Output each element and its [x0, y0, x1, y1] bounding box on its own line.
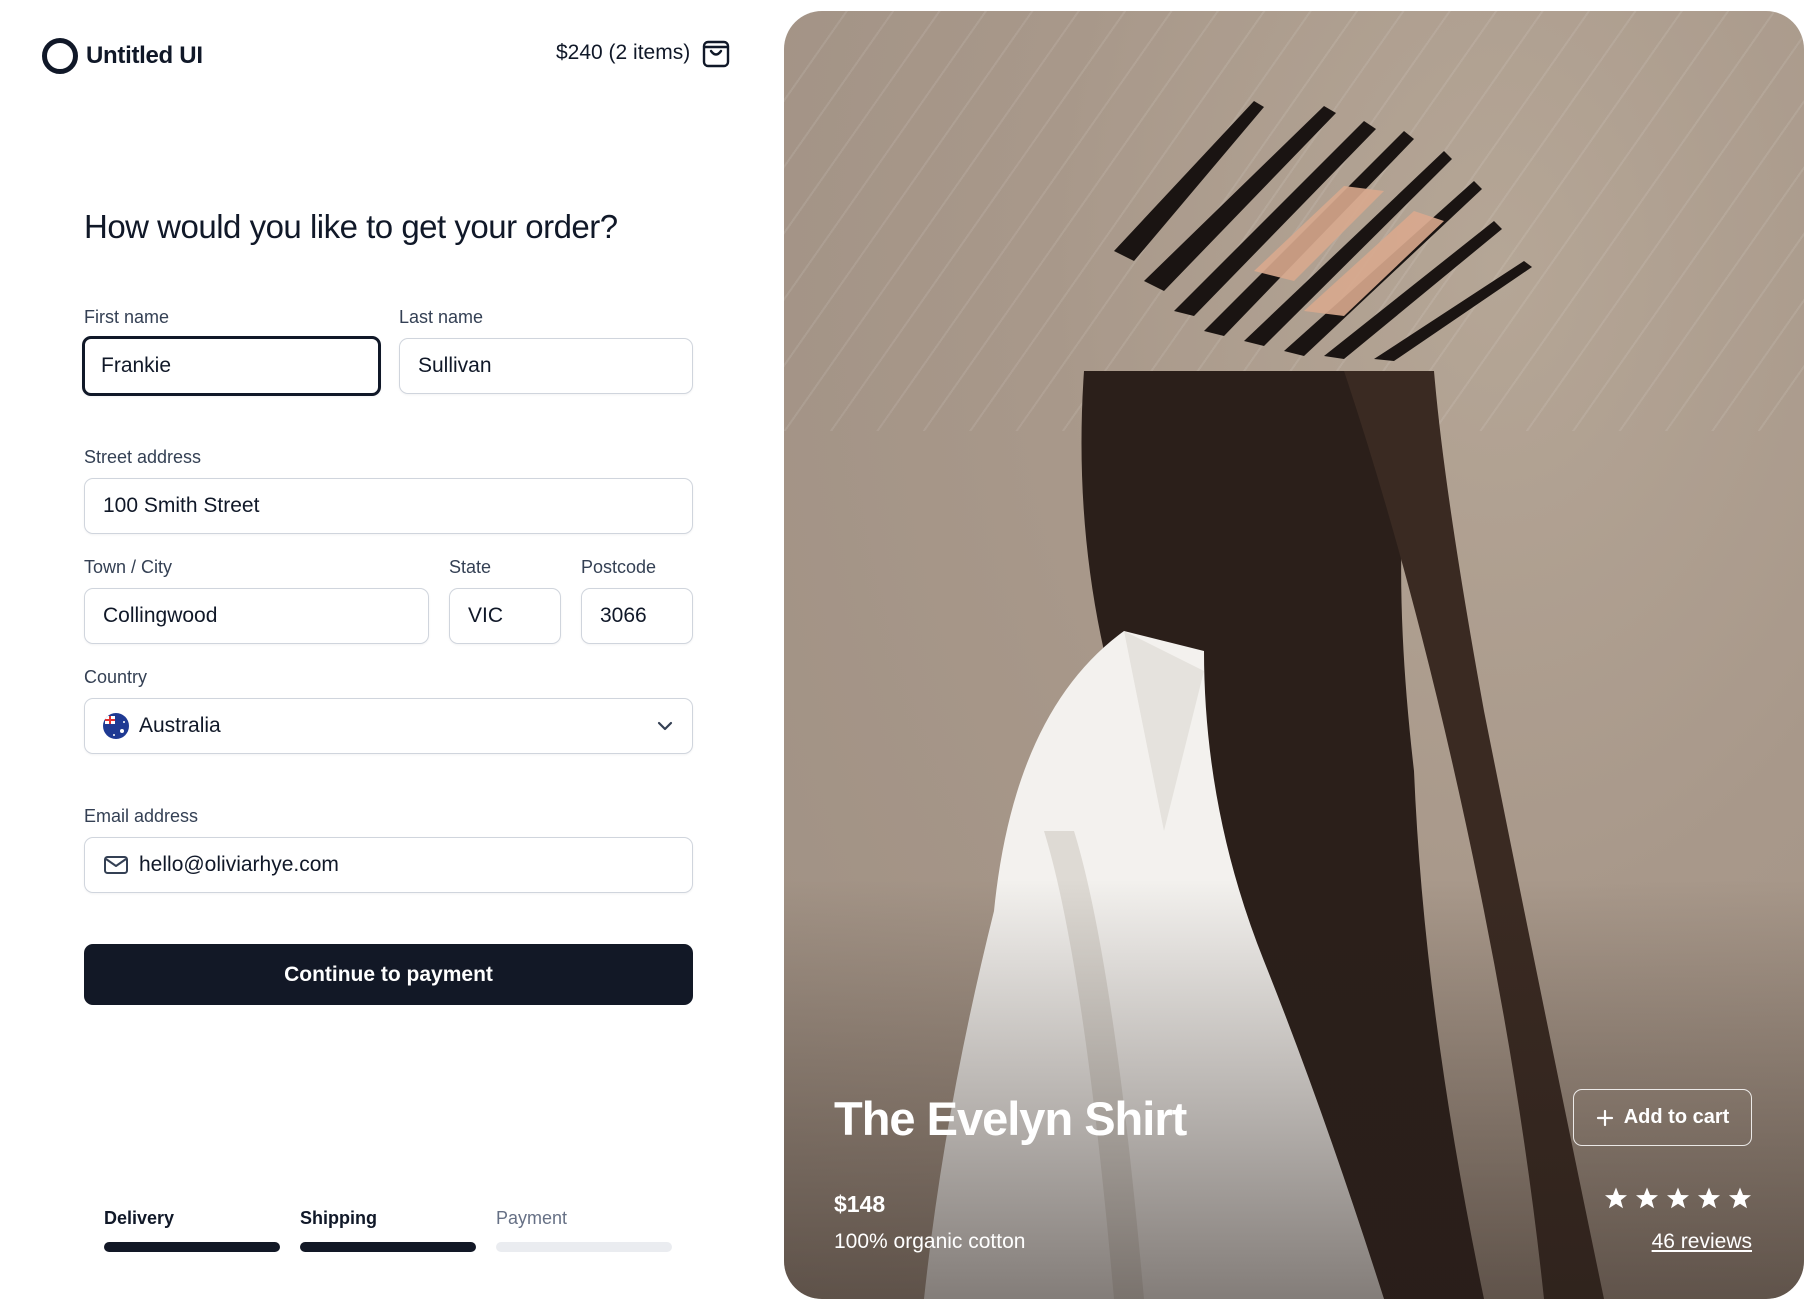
chevron-down-icon [657, 721, 673, 731]
rating-stars [1604, 1186, 1752, 1210]
country-value: Australia [139, 714, 221, 737]
street-address-value: 100 Smith Street [103, 494, 260, 517]
street-address-label: Street address [84, 447, 202, 467]
email-label: Email address [84, 806, 199, 826]
checkout-progress: Delivery Shipping Payment [104, 1208, 674, 1258]
state-label: State [449, 557, 492, 577]
plus-icon [1596, 1109, 1613, 1126]
add-to-cart-label: Add to cart [1623, 1106, 1730, 1128]
logo-circle-icon [42, 38, 78, 74]
last-name-label: Last name [399, 307, 484, 327]
postcode-label: Postcode [581, 557, 657, 577]
first-name-value: Frankie [101, 354, 172, 377]
step-progress-bar [300, 1242, 476, 1252]
star-icon [1729, 1187, 1751, 1209]
city-input[interactable]: Collingwood [84, 588, 429, 644]
australia-flag-icon [103, 713, 129, 739]
cart-total: $240 (2 items) [556, 41, 691, 64]
add-to-cart-button[interactable]: Add to cart [1573, 1089, 1752, 1146]
checkout-panel: Untitled UI $240 (2 items) How would you… [0, 0, 780, 1310]
last-name-input[interactable]: Sullivan [399, 338, 693, 394]
city-value: Collingwood [103, 604, 218, 627]
delivery-form: How would you like to get your order? [84, 208, 693, 246]
form-heading: How would you like to get your order? [84, 208, 618, 245]
last-name-value: Sullivan [418, 354, 492, 377]
step-label: Payment [496, 1208, 568, 1228]
step-shipping[interactable]: Shipping [300, 1208, 476, 1252]
mail-icon [104, 856, 128, 874]
step-delivery[interactable]: Delivery [104, 1208, 280, 1252]
step-label: Shipping [300, 1208, 377, 1228]
product-price: $148 [834, 1191, 886, 1217]
city-label: Town / City [84, 557, 173, 577]
first-name-label: First name [84, 307, 170, 327]
postcode-input[interactable]: 3066 [581, 588, 693, 644]
star-icon [1667, 1187, 1689, 1209]
star-icon [1698, 1187, 1720, 1209]
product-name: The Evelyn Shirt [834, 1092, 1187, 1145]
brand-name: Untitled UI [86, 42, 203, 69]
step-label: Delivery [104, 1208, 175, 1228]
first-name-input[interactable]: Frankie [82, 336, 381, 396]
brand-logo[interactable]: Untitled UI [42, 38, 203, 74]
reviews-link[interactable]: 46 reviews [1652, 1230, 1752, 1254]
cart-summary[interactable]: $240 (2 items) [556, 38, 730, 68]
country-select[interactable]: Australia [84, 698, 693, 754]
star-icon [1605, 1187, 1627, 1209]
step-progress-bar [496, 1242, 672, 1252]
product-card: The Evelyn Shirt Add to cart $148 100% o… [784, 11, 1804, 1299]
shopping-bag-icon [703, 40, 730, 68]
state-input[interactable]: VIC [449, 588, 561, 644]
continue-to-payment-button[interactable]: Continue to payment [84, 944, 693, 1005]
product-material: 100% organic cotton [834, 1230, 1026, 1253]
star-icon [1636, 1187, 1658, 1209]
step-progress-bar [104, 1242, 280, 1252]
email-value: hello@oliviarhye.com [139, 853, 339, 876]
email-input[interactable]: hello@oliviarhye.com [84, 837, 693, 893]
street-address-input[interactable]: 100 Smith Street [84, 478, 693, 534]
state-value: VIC [468, 604, 504, 627]
step-payment[interactable]: Payment [496, 1208, 672, 1252]
country-label: Country [84, 667, 148, 687]
postcode-value: 3066 [600, 604, 647, 627]
